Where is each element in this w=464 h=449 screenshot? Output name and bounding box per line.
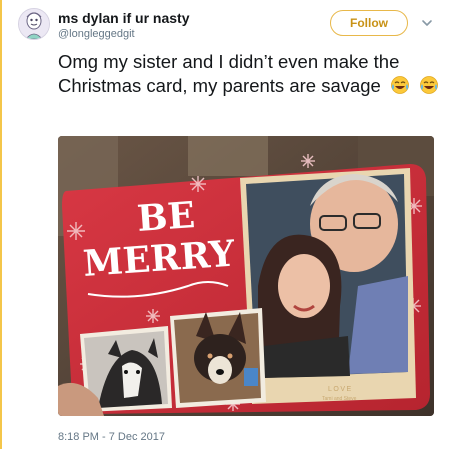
display-name[interactable]: ms dylan if ur nasty: [58, 10, 189, 26]
user-handle[interactable]: @longleggedgit: [58, 28, 135, 40]
tweet-timestamp[interactable]: 8:18 PM - 7 Dec 2017: [58, 431, 165, 443]
avatar[interactable]: [18, 8, 50, 40]
card-headline-be: BE: [136, 194, 197, 240]
tweet-text: Omg my sister and I didn’t even make the…: [58, 51, 400, 96]
christmas-card-photo: BE MERRY LOVE Tami and Steve: [58, 136, 434, 416]
dog-photo-heeler: [170, 308, 266, 408]
card-love-label: LOVE: [328, 386, 353, 393]
chevron-down-icon[interactable]: [420, 16, 434, 30]
follow-button[interactable]: Follow: [330, 10, 408, 36]
face-with-tears-of-joy-icon: [420, 76, 439, 94]
tweet-text-block: Omg my sister and I didn’t even make the…: [58, 50, 448, 98]
left-accent-rail: [0, 0, 2, 449]
christmas-card: BE MERRY LOVE Tami and Steve: [62, 154, 430, 414]
tweet-photo[interactable]: BE MERRY LOVE Tami and Steve: [58, 136, 434, 416]
face-with-tears-of-joy-icon: [391, 76, 409, 94]
card-signature: Tami and Steve: [322, 396, 357, 402]
couple-photo: LOVE Tami and Steve: [240, 168, 416, 404]
avatar-illustration: [19, 9, 49, 39]
